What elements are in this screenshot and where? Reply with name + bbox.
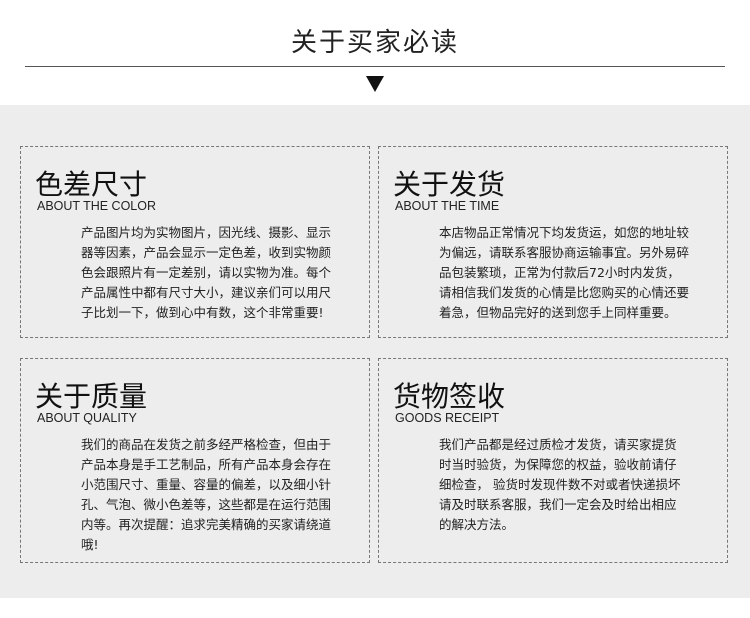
card-heading: 关于质量 xyxy=(35,380,148,413)
body-line: 色会跟照片有一定差别，请以实物为准。每个 xyxy=(81,265,332,280)
card-subheading: ABOUT THE TIME xyxy=(395,199,500,213)
body-line: 孔、气泡、微小色差等，这些都是在运行范围 xyxy=(81,497,332,512)
card-body: 我们的商品在发货之前多经严格检查，但由于 产品本身是手工艺制品，所有产品本身会存… xyxy=(81,435,363,555)
body-line: 时当时验货，为保障您的权益，验收前请仔 xyxy=(439,457,677,472)
body-line: 器等因素，产品会显示一定色差，收到实物颜 xyxy=(81,245,332,260)
card-body: 我们产品都是经过质检才发货，请买家提货 时当时验货，为保障您的权益，验收前请仔 … xyxy=(439,435,721,535)
body-line: 品包装繁琐，正常为付款后72小时内发货， xyxy=(439,265,680,280)
body-line: 产品本身是手工艺制品，所有产品本身会存在 xyxy=(81,457,332,472)
body-line: 本店物品正常情况下均发货运，如您的地址较 xyxy=(439,225,690,240)
card-goods-receipt: 货物签收 GOODS RECEIPT 我们产品都是经过质检才发货，请买家提货 时… xyxy=(378,358,728,563)
card-body: 产品图片均为实物图片，因光线、摄影、显示 器等因素，产品会显示一定色差，收到实物… xyxy=(81,223,363,323)
card-color-size: 色差尺寸 ABOUT THE COLOR 产品图片均为实物图片，因光线、摄影、显… xyxy=(20,146,370,338)
body-line: 小范围尺寸、重量、容量的偏差，以及细小针 xyxy=(81,477,332,492)
card-heading: 色差尺寸 xyxy=(35,168,148,201)
card-subheading: GOODS RECEIPT xyxy=(395,411,500,425)
card-shipping: 关于发货 ABOUT THE TIME 本店物品正常情况下均发货运，如您的地址较… xyxy=(378,146,728,338)
down-arrow-icon xyxy=(366,76,384,92)
card-body: 本店物品正常情况下均发货运，如您的地址较 为偏远，请联系客服协商运输事宜。另外易… xyxy=(439,223,721,323)
body-line: 哦! xyxy=(81,537,99,552)
card-quality: 关于质量 ABOUT QUALITY 我们的商品在发货之前多经严格检查，但由于 … xyxy=(20,358,370,563)
body-line: 请相信我们发货的心情是比您购买的心情还要 xyxy=(439,285,690,300)
body-line: 请及时联系客服，我们一定会及时给出相应 xyxy=(439,497,677,512)
card-subheading: ABOUT QUALITY xyxy=(37,411,137,425)
card-heading: 货物签收 xyxy=(393,380,506,413)
body-line: 子比划一下，做到心中有数，这个非常重要! xyxy=(81,305,324,320)
body-line: 我们产品都是经过质检才发货，请买家提货 xyxy=(439,437,677,452)
body-line: 产品图片均为实物图片，因光线、摄影、显示 xyxy=(81,225,332,240)
body-line: 为偏远，请联系客服协商运输事宜。另外易碎 xyxy=(439,245,690,260)
page-title: 关于买家必读 xyxy=(290,28,459,58)
card-subheading: ABOUT THE COLOR xyxy=(37,199,157,213)
header: 关于买家必读 xyxy=(0,0,750,105)
card-heading: 关于发货 xyxy=(393,168,506,201)
body-line: 着急，但物品完好的送到您手上同样重要。 xyxy=(439,305,677,320)
body-line: 细检查， 验货时发现件数不对或者快递损坏 xyxy=(439,477,681,492)
title-divider xyxy=(25,66,725,67)
body-line: 内等。再次提醒：追求完美精确的买家请绕道 xyxy=(81,517,332,532)
body-line: 的解决方法。 xyxy=(439,517,515,532)
body-line: 产品属性中都有尺寸大小，建议亲们可以用尺 xyxy=(81,285,332,300)
body-line: 我们的商品在发货之前多经严格检查，但由于 xyxy=(81,437,332,452)
footer-spacer xyxy=(0,598,750,618)
